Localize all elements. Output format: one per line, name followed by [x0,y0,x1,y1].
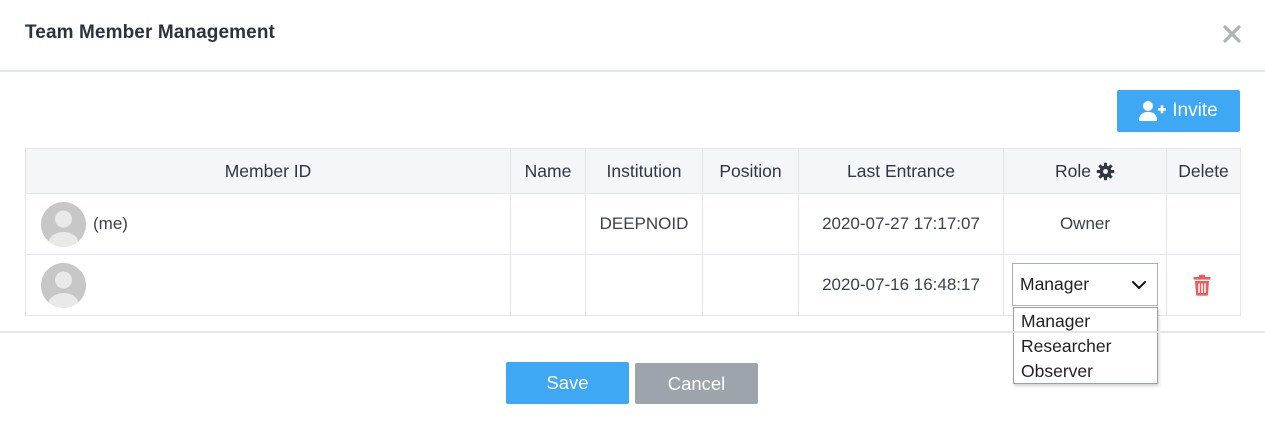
table-row: (me) DEEPNOID 2020-07-27 17:17:07 Owner [25,193,1241,255]
column-header-institution[interactable]: Institution [585,148,703,194]
name-cell [510,193,586,255]
chevron-down-icon [1132,280,1146,289]
position-cell [702,193,799,255]
gear-icon[interactable] [1096,162,1115,181]
role-option-researcher[interactable]: Researcher [1014,334,1157,359]
dialog-title: Team Member Management [25,22,275,43]
column-header-member-id[interactable]: Member ID [25,148,511,194]
role-select[interactable]: Manager [1012,263,1158,306]
name-cell [510,254,586,316]
save-button[interactable]: Save [506,362,629,404]
footer-divider [0,331,1265,333]
delete-cell [1166,193,1241,255]
last-entrance-cell: 2020-07-16 16:48:17 [798,254,1004,316]
invite-label: Invite [1172,100,1218,121]
column-header-last-entrance[interactable]: Last Entrance [798,148,1004,194]
avatar [41,202,86,247]
cancel-button[interactable]: Cancel [635,363,758,404]
member-id-cell: (me) [25,193,511,255]
last-entrance-cell: 2020-07-27 17:17:07 [798,193,1004,255]
role-select-value: Manager [1020,274,1090,294]
column-header-role: Role [1003,148,1167,194]
column-header-position[interactable]: Position [702,148,799,194]
invite-button[interactable]: Invite [1117,90,1240,132]
role-cell: Owner [1003,193,1167,255]
member-id-text: (me) [93,214,128,233]
member-id-cell [25,254,511,316]
column-header-delete: Delete [1166,148,1241,194]
institution-cell: DEEPNOID [585,193,703,255]
dialog-header: Team Member Management [0,0,1265,72]
role-header-label: Role [1055,160,1091,181]
table-header-row: Member ID Name Institution Position Last… [25,148,1241,194]
position-cell [702,254,799,316]
role-dropdown-list: Manager Researcher Observer [1013,307,1158,384]
column-header-name[interactable]: Name [510,148,586,194]
close-icon[interactable] [1220,22,1244,46]
role-option-observer[interactable]: Observer [1014,359,1157,384]
avatar [41,263,86,308]
trash-icon[interactable] [1192,274,1212,301]
institution-cell [585,254,703,316]
user-plus-icon [1139,101,1167,121]
